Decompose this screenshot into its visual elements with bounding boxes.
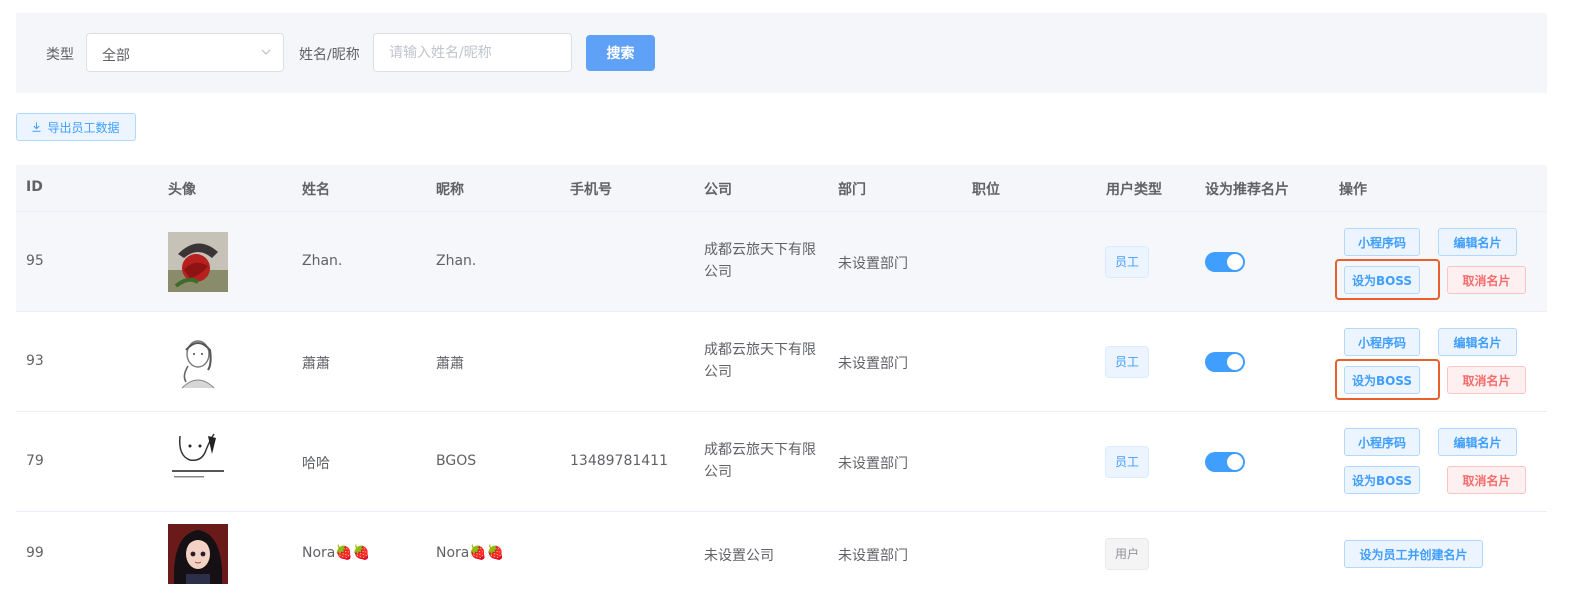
type-select[interactable]: 全部 (86, 33, 284, 72)
row-nickname: BGOS (436, 453, 477, 469)
name-search-input[interactable] (373, 33, 572, 72)
column-header-position: 职位 (972, 182, 1000, 198)
miniprogram-code-button[interactable]: 小程序码 (1344, 228, 1420, 256)
column-header-id: ID (26, 179, 43, 195)
column-header-company: 公司 (704, 182, 732, 198)
edit-card-button[interactable]: 编辑名片 (1438, 428, 1517, 456)
switch-knob (1227, 354, 1243, 370)
column-header-nickname: 昵称 (436, 182, 464, 198)
type-filter-label: 类型 (46, 47, 74, 63)
row-company: 成都云旅天下有限公司 (704, 242, 816, 280)
set-employee-create-card-button[interactable]: 设为员工并创建名片 (1344, 540, 1483, 568)
table-row: 93 蕭蕭 蕭蕭 成都云旅天下有限公司 未设置部门 员工 小程序码 编辑名片 设… (16, 312, 1547, 412)
row-company: 成都云旅天下有限公司 (704, 442, 816, 480)
rose-avatar (168, 232, 228, 292)
user-type-tag: 员工 (1105, 446, 1150, 478)
search-button[interactable]: 搜索 (586, 35, 655, 71)
table-row: 99 Nora🍓🍓 Nora🍓🍓 未设置公司 未设置部门 用户 设为员工并创建名… (16, 512, 1547, 600)
anime-girl-avatar (168, 524, 228, 584)
miniprogram-code-button[interactable]: 小程序码 (1344, 328, 1420, 356)
column-header-user-type: 用户类型 (1106, 182, 1162, 198)
table-header: ID 头像 姓名 昵称 手机号 公司 部门 职位 用户类型 设为推荐名片 操作 (16, 165, 1547, 212)
user-type-tag: 员工 (1105, 346, 1150, 378)
row-department: 未设置部门 (838, 548, 908, 564)
row-id: 79 (26, 453, 44, 469)
set-boss-button[interactable]: 设为BOSS (1344, 466, 1420, 494)
set-boss-button[interactable]: 设为BOSS (1344, 366, 1420, 394)
row-department: 未设置部门 (838, 356, 908, 372)
row-name: Zhan. (302, 253, 343, 269)
user-type-tag: 员工 (1105, 246, 1150, 278)
row-company: 成都云旅天下有限公司 (704, 342, 816, 380)
type-select-value: 全部 (102, 48, 130, 64)
row-department: 未设置部门 (838, 256, 908, 272)
table-row: 79 哈哈 BGOS 13489781411 成都云旅天下有限公司 未设置部门 … (16, 412, 1547, 512)
row-nickname: Zhan. (436, 253, 477, 269)
column-header-actions: 操作 (1339, 182, 1367, 198)
column-header-name: 姓名 (302, 182, 330, 198)
cancel-card-button[interactable]: 取消名片 (1447, 466, 1526, 494)
export-button-label: 导出员工数据 (47, 120, 120, 135)
column-header-avatar: 头像 (168, 182, 196, 198)
row-name: 哈哈 (302, 456, 330, 472)
row-company: 未设置公司 (704, 548, 774, 564)
edit-card-button[interactable]: 编辑名片 (1438, 228, 1517, 256)
switch-knob (1227, 254, 1243, 270)
meme-avatar (168, 432, 228, 492)
recommend-card-switch[interactable] (1205, 252, 1245, 272)
export-employees-button[interactable]: 导出员工数据 (16, 113, 136, 141)
edit-card-button[interactable]: 编辑名片 (1438, 328, 1517, 356)
row-id: 95 (26, 253, 44, 269)
row-nickname: 蕭蕭 (436, 356, 464, 372)
row-id: 93 (26, 353, 44, 369)
row-name: Nora🍓🍓 (302, 545, 371, 561)
user-type-tag: 用户 (1105, 538, 1150, 570)
chevron-down-icon (261, 49, 271, 55)
column-header-department: 部门 (838, 182, 866, 198)
recommend-card-switch[interactable] (1205, 452, 1245, 472)
row-phone: 13489781411 (570, 453, 668, 469)
cancel-card-button[interactable]: 取消名片 (1447, 366, 1526, 394)
column-header-phone: 手机号 (570, 182, 612, 198)
set-boss-button[interactable]: 设为BOSS (1344, 266, 1420, 294)
table-row: 95 Zhan. Zhan. 成都云旅天下有限公司 未设置部门 员工 小程序码 … (16, 212, 1547, 312)
switch-knob (1227, 454, 1243, 470)
column-header-recommend-card: 设为推荐名片 (1205, 182, 1289, 198)
sketch-girl-avatar (168, 332, 228, 392)
row-id: 99 (26, 545, 44, 561)
recommend-card-switch[interactable] (1205, 352, 1245, 372)
download-icon (32, 122, 41, 132)
miniprogram-code-button[interactable]: 小程序码 (1344, 428, 1420, 456)
row-nickname: Nora🍓🍓 (436, 545, 505, 561)
row-department: 未设置部门 (838, 456, 908, 472)
row-name: 蕭蕭 (302, 356, 330, 372)
cancel-card-button[interactable]: 取消名片 (1447, 266, 1526, 294)
name-filter-label: 姓名/昵称 (299, 47, 360, 63)
